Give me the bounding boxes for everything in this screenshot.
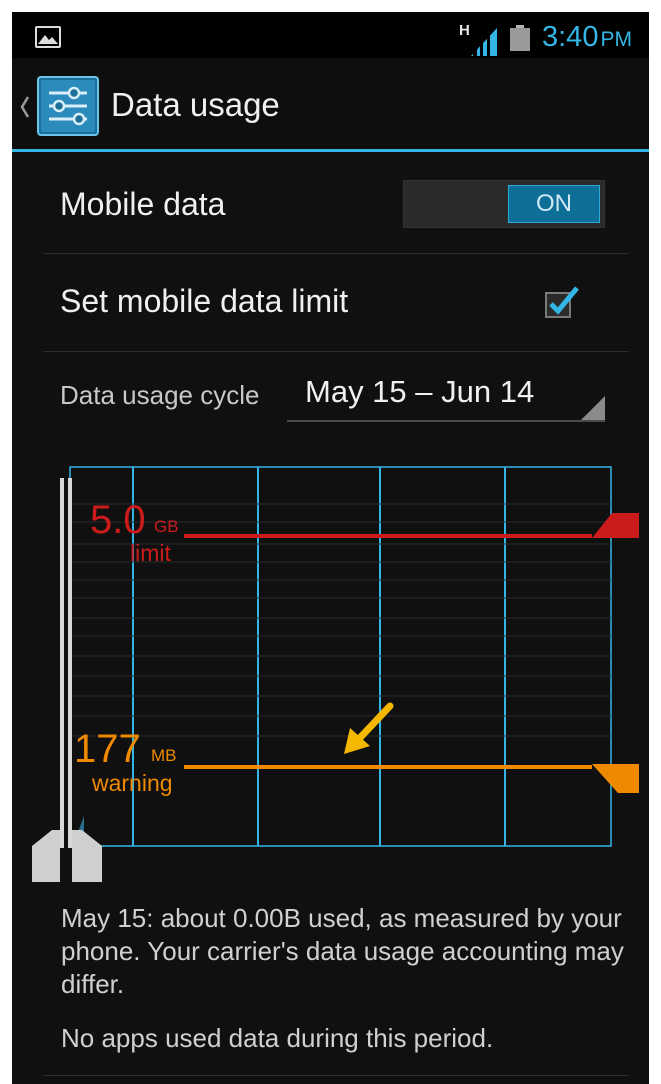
limit-handle[interactable] [592, 513, 639, 538]
screen: H 3:40PM Data usage Mobile data ON Set m… [12, 12, 649, 1084]
status-clock: 3:40PM [542, 21, 632, 54]
set-limit-label: Set mobile data limit [60, 283, 349, 319]
warning-unit: MB [151, 746, 177, 765]
clock-time: 3:40 [542, 21, 599, 53]
warning-value: 177 [74, 727, 141, 771]
spinner-dropdown-icon [581, 396, 605, 420]
annotation-arrow-icon [344, 702, 394, 754]
cycle-label: Data usage cycle [60, 380, 260, 410]
status-bar: H 3:40PM [12, 12, 649, 58]
limit-value: 5.0 [90, 498, 146, 542]
gallery-notification-icon [35, 26, 61, 48]
signal-strength-icon: H [459, 22, 497, 56]
battery-icon [510, 25, 530, 51]
toggle-on-state: ON [508, 185, 600, 223]
apps-usage-note: No apps used data during this period. [61, 1023, 494, 1053]
limit-checkbox[interactable] [544, 285, 580, 321]
settings-sliders-icon[interactable] [37, 76, 99, 136]
cycle-spinner[interactable]: May 15 – Jun 14 [287, 368, 605, 422]
row-divider [43, 1075, 629, 1076]
mobile-data-label: Mobile data [60, 186, 226, 222]
clock-ampm: PM [600, 28, 632, 51]
up-navigation-caret-icon[interactable] [20, 96, 30, 118]
page-title: Data usage [111, 86, 280, 123]
warning-caption: warning [92, 770, 173, 796]
usage-summary: May 15: about 0.00B used, as measured by… [61, 903, 624, 999]
row-divider [43, 351, 629, 352]
action-bar[interactable]: Data usage [12, 58, 649, 152]
network-type-badge: H [459, 22, 470, 39]
warning-handle[interactable] [592, 764, 639, 793]
limit-unit: GB [154, 517, 179, 536]
mobile-data-toggle[interactable]: ON [403, 180, 605, 228]
limit-caption: limit [130, 540, 171, 566]
row-divider [43, 253, 629, 254]
cycle-value: May 15 – Jun 14 [305, 374, 535, 409]
